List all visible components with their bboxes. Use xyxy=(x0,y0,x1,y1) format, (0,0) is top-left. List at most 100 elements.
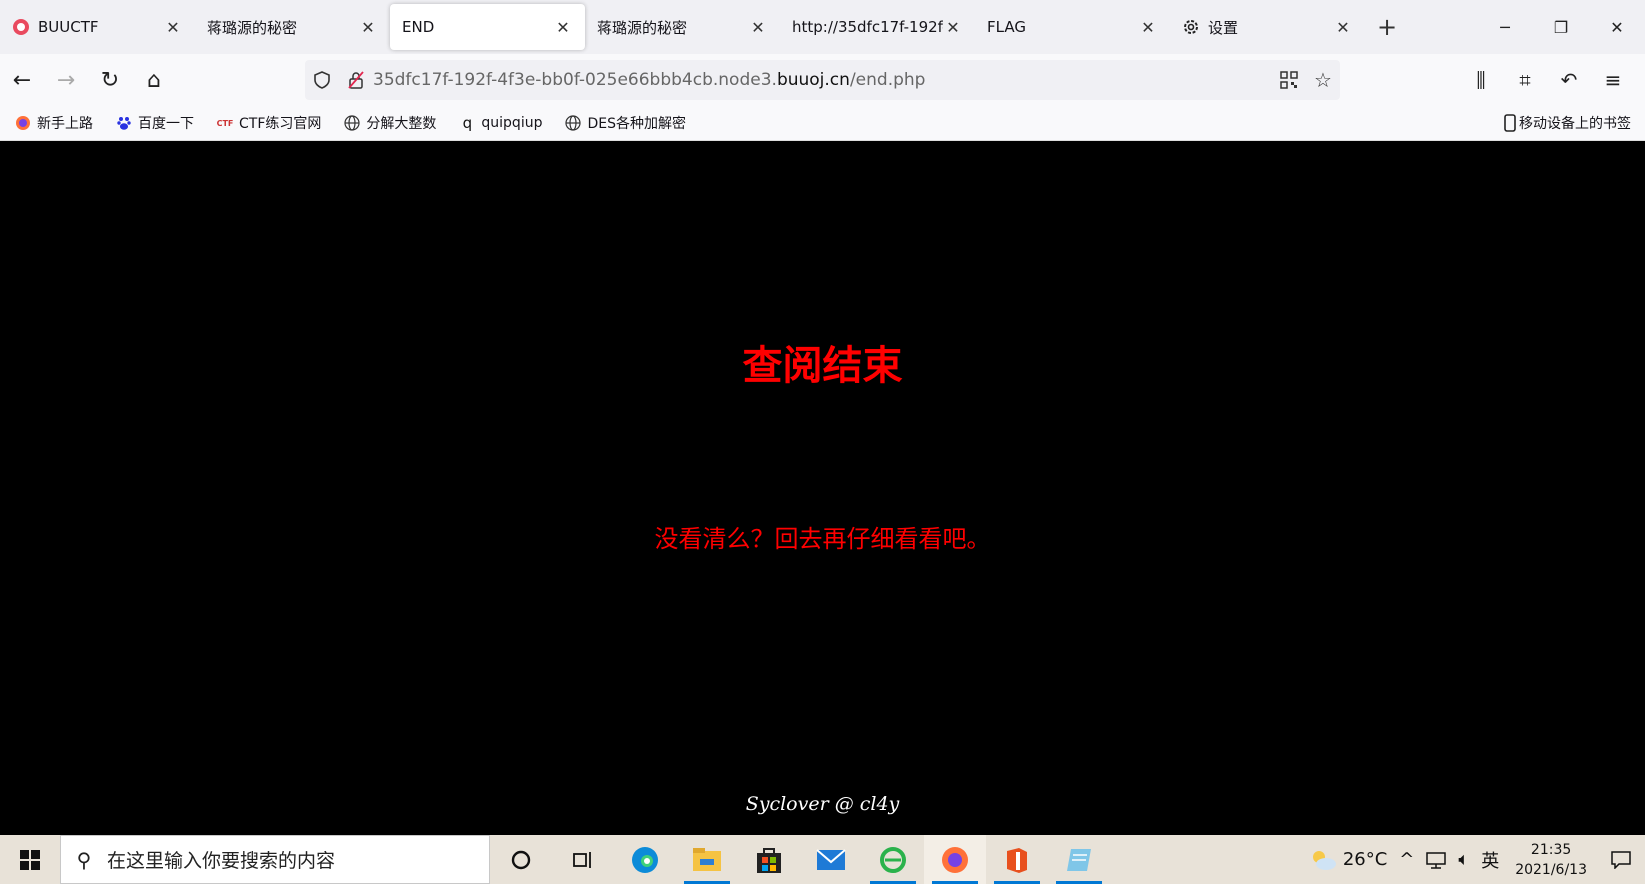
bookmark-item[interactable]: 百度一下 xyxy=(101,113,202,133)
bookmark-star-icon[interactable]: ☆ xyxy=(1306,68,1340,92)
tab-label: FLAG xyxy=(987,18,1026,36)
close-window-button[interactable]: ✕ xyxy=(1589,0,1645,54)
show-hidden-icons-chevron-icon[interactable]: ^ xyxy=(1393,849,1420,870)
file-explorer-icon[interactable] xyxy=(676,835,738,884)
tab-settings[interactable]: 设置 ✕ xyxy=(1170,4,1365,50)
url-path: /end.php xyxy=(849,70,926,90)
close-tab-icon[interactable]: ✕ xyxy=(358,17,378,37)
clock-date: 2021/6/13 xyxy=(1515,861,1587,878)
insecure-lock-icon[interactable] xyxy=(339,71,373,89)
globe-icon xyxy=(343,114,361,132)
navigation-toolbar: ← → ↻ ⌂ 35dfc17f-192f-4f3e-bb0f-025e66bb… xyxy=(0,54,1645,106)
menu-hamburger-icon[interactable]: ≡ xyxy=(1591,60,1635,100)
app-orange-icon[interactable] xyxy=(986,835,1048,884)
mobile-bookmarks-label: 移动设备上的书签 xyxy=(1519,116,1631,132)
reload-button[interactable]: ↻ xyxy=(88,60,132,100)
edge-browser-icon[interactable] xyxy=(614,835,676,884)
baidu-paw-icon xyxy=(115,114,133,132)
notification-center-icon[interactable] xyxy=(1597,850,1645,869)
windows-taskbar: ⚲ 在这里输入你要搜索的内容 26°C ^ 🔈︎ 英 21:35 2021/6/… xyxy=(0,835,1645,884)
buuctf-logo-icon xyxy=(12,18,30,36)
partly-cloudy-icon xyxy=(1309,849,1337,871)
gear-icon xyxy=(1182,18,1200,36)
close-tab-icon[interactable]: ✕ xyxy=(748,17,768,37)
tab-end[interactable]: END ✕ xyxy=(390,4,585,50)
system-tray: 26°C ^ 🔈︎ 英 21:35 2021/6/13 xyxy=(1303,835,1645,884)
ie-browser-icon[interactable] xyxy=(862,835,924,884)
cortana-icon[interactable] xyxy=(490,835,552,884)
firefox-icon xyxy=(14,114,32,132)
restore-button[interactable]: ❐ xyxy=(1533,0,1589,54)
tab-secret-1[interactable]: 蒋璐源的秘密 ✕ xyxy=(195,4,390,50)
tab-buuctf[interactable]: BUUCTF ✕ xyxy=(0,4,195,50)
bookmark-label: 分解大整数 xyxy=(366,116,437,132)
mobile-bookmarks[interactable]: 移动设备上的书签 xyxy=(1504,106,1631,140)
bookmark-label: 新手上路 xyxy=(37,116,93,132)
bookmark-label: 百度一下 xyxy=(138,116,194,132)
search-placeholder: 在这里输入你要搜索的内容 xyxy=(107,850,336,872)
network-icon[interactable] xyxy=(1420,851,1452,869)
tab-strip: BUUCTF ✕ 蒋璐源的秘密 ✕ END ✕ 蒋璐源的秘密 ✕ http://… xyxy=(0,0,1645,54)
home-button[interactable]: ⌂ xyxy=(132,60,176,100)
store-icon[interactable] xyxy=(738,835,800,884)
ctf-logo-icon: CTF xyxy=(216,118,234,128)
url-prefix: 35dfc17f-192f-4f3e-bb0f-025e66bbb4cb.nod… xyxy=(373,70,777,90)
volume-icon[interactable]: 🔈︎ xyxy=(1452,849,1475,870)
address-bar[interactable]: 35dfc17f-192f-4f3e-bb0f-025e66bbb4cb.nod… xyxy=(305,60,1340,100)
bookmark-item[interactable]: q quipqiup xyxy=(444,114,550,132)
forward-button[interactable]: → xyxy=(44,60,88,100)
page-footer: Syclover @ cl4y xyxy=(745,793,900,815)
bookmark-item[interactable]: CTF CTF练习官网 xyxy=(202,113,329,133)
weather-widget[interactable]: 26°C xyxy=(1303,849,1393,871)
bookmark-item[interactable]: 新手上路 xyxy=(0,113,101,133)
close-tab-icon[interactable]: ✕ xyxy=(943,17,963,37)
url-text: 35dfc17f-192f-4f3e-bb0f-025e66bbb4cb.nod… xyxy=(373,70,1272,90)
page-content: 查阅结束 没看清么？回去再仔细看看吧。 Syclover @ cl4y xyxy=(0,141,1645,835)
mobile-device-icon xyxy=(1504,114,1516,132)
tab-label: 设置 xyxy=(1208,18,1239,37)
bookmark-label: quipqiup xyxy=(481,115,543,131)
bookmark-label: DES各种加解密 xyxy=(587,116,686,132)
tab-secret-2[interactable]: 蒋璐源的秘密 ✕ xyxy=(585,4,780,50)
minimize-button[interactable]: ─ xyxy=(1477,0,1533,54)
notepad-icon[interactable] xyxy=(1048,835,1110,884)
taskbar-search-box[interactable]: ⚲ 在这里输入你要搜索的内容 xyxy=(60,835,490,884)
firefox-taskbar-icon[interactable] xyxy=(924,835,986,884)
shield-icon[interactable] xyxy=(305,71,339,89)
close-tab-icon[interactable]: ✕ xyxy=(1138,17,1158,37)
url-domain: buuoj.cn xyxy=(776,70,850,90)
window-controls: ─ ❐ ✕ xyxy=(1477,0,1645,54)
mail-icon[interactable] xyxy=(800,835,862,884)
bookmark-label: CTF练习官网 xyxy=(239,116,322,132)
undo-arrow-icon[interactable]: ↶ xyxy=(1547,60,1591,100)
clock-time: 21:35 xyxy=(1530,841,1572,858)
bookmarks-toolbar: 新手上路 百度一下 CTF CTF练习官网 分解大整数 q quipqiup D… xyxy=(0,106,1645,141)
tab-url[interactable]: http://35dfc17f-192f- ✕ xyxy=(780,4,975,50)
clock[interactable]: 21:35 2021/6/13 xyxy=(1505,840,1597,880)
toolbar-right: ⫼ ⌗ ↶ ≡ xyxy=(1459,60,1635,100)
tab-label: 蒋璐源的秘密 xyxy=(597,18,688,37)
task-view-icon[interactable] xyxy=(552,835,614,884)
library-icon[interactable]: ⫼ xyxy=(1459,60,1503,100)
ime-indicator[interactable]: 英 xyxy=(1475,847,1505,873)
close-tab-icon[interactable]: ✕ xyxy=(163,17,183,37)
close-tab-icon[interactable]: ✕ xyxy=(553,17,573,37)
q-icon: q xyxy=(462,114,473,132)
tab-flag[interactable]: FLAG ✕ xyxy=(975,4,1170,50)
tab-label: http://35dfc17f-192f- xyxy=(792,18,943,36)
page-heading: 查阅结束 xyxy=(742,343,903,389)
new-tab-button[interactable]: + xyxy=(1365,0,1409,54)
close-tab-icon[interactable]: ✕ xyxy=(1333,17,1353,37)
search-icon: ⚲ xyxy=(76,847,92,872)
globe-icon xyxy=(564,114,582,132)
windows-start-button[interactable] xyxy=(0,835,60,884)
bookmark-item[interactable]: DES各种加解密 xyxy=(550,113,694,133)
bookmark-item[interactable]: 分解大整数 xyxy=(329,113,444,133)
qr-code-icon[interactable] xyxy=(1272,71,1306,89)
page-message: 没看清么？回去再仔细看看吧。 xyxy=(654,525,991,553)
back-button[interactable]: ← xyxy=(0,60,44,100)
tab-label: 蒋璐源的秘密 xyxy=(207,18,298,37)
tab-label: BUUCTF xyxy=(38,18,99,36)
tab-label: END xyxy=(402,18,435,36)
screenshot-crop-icon[interactable]: ⌗ xyxy=(1503,60,1547,100)
